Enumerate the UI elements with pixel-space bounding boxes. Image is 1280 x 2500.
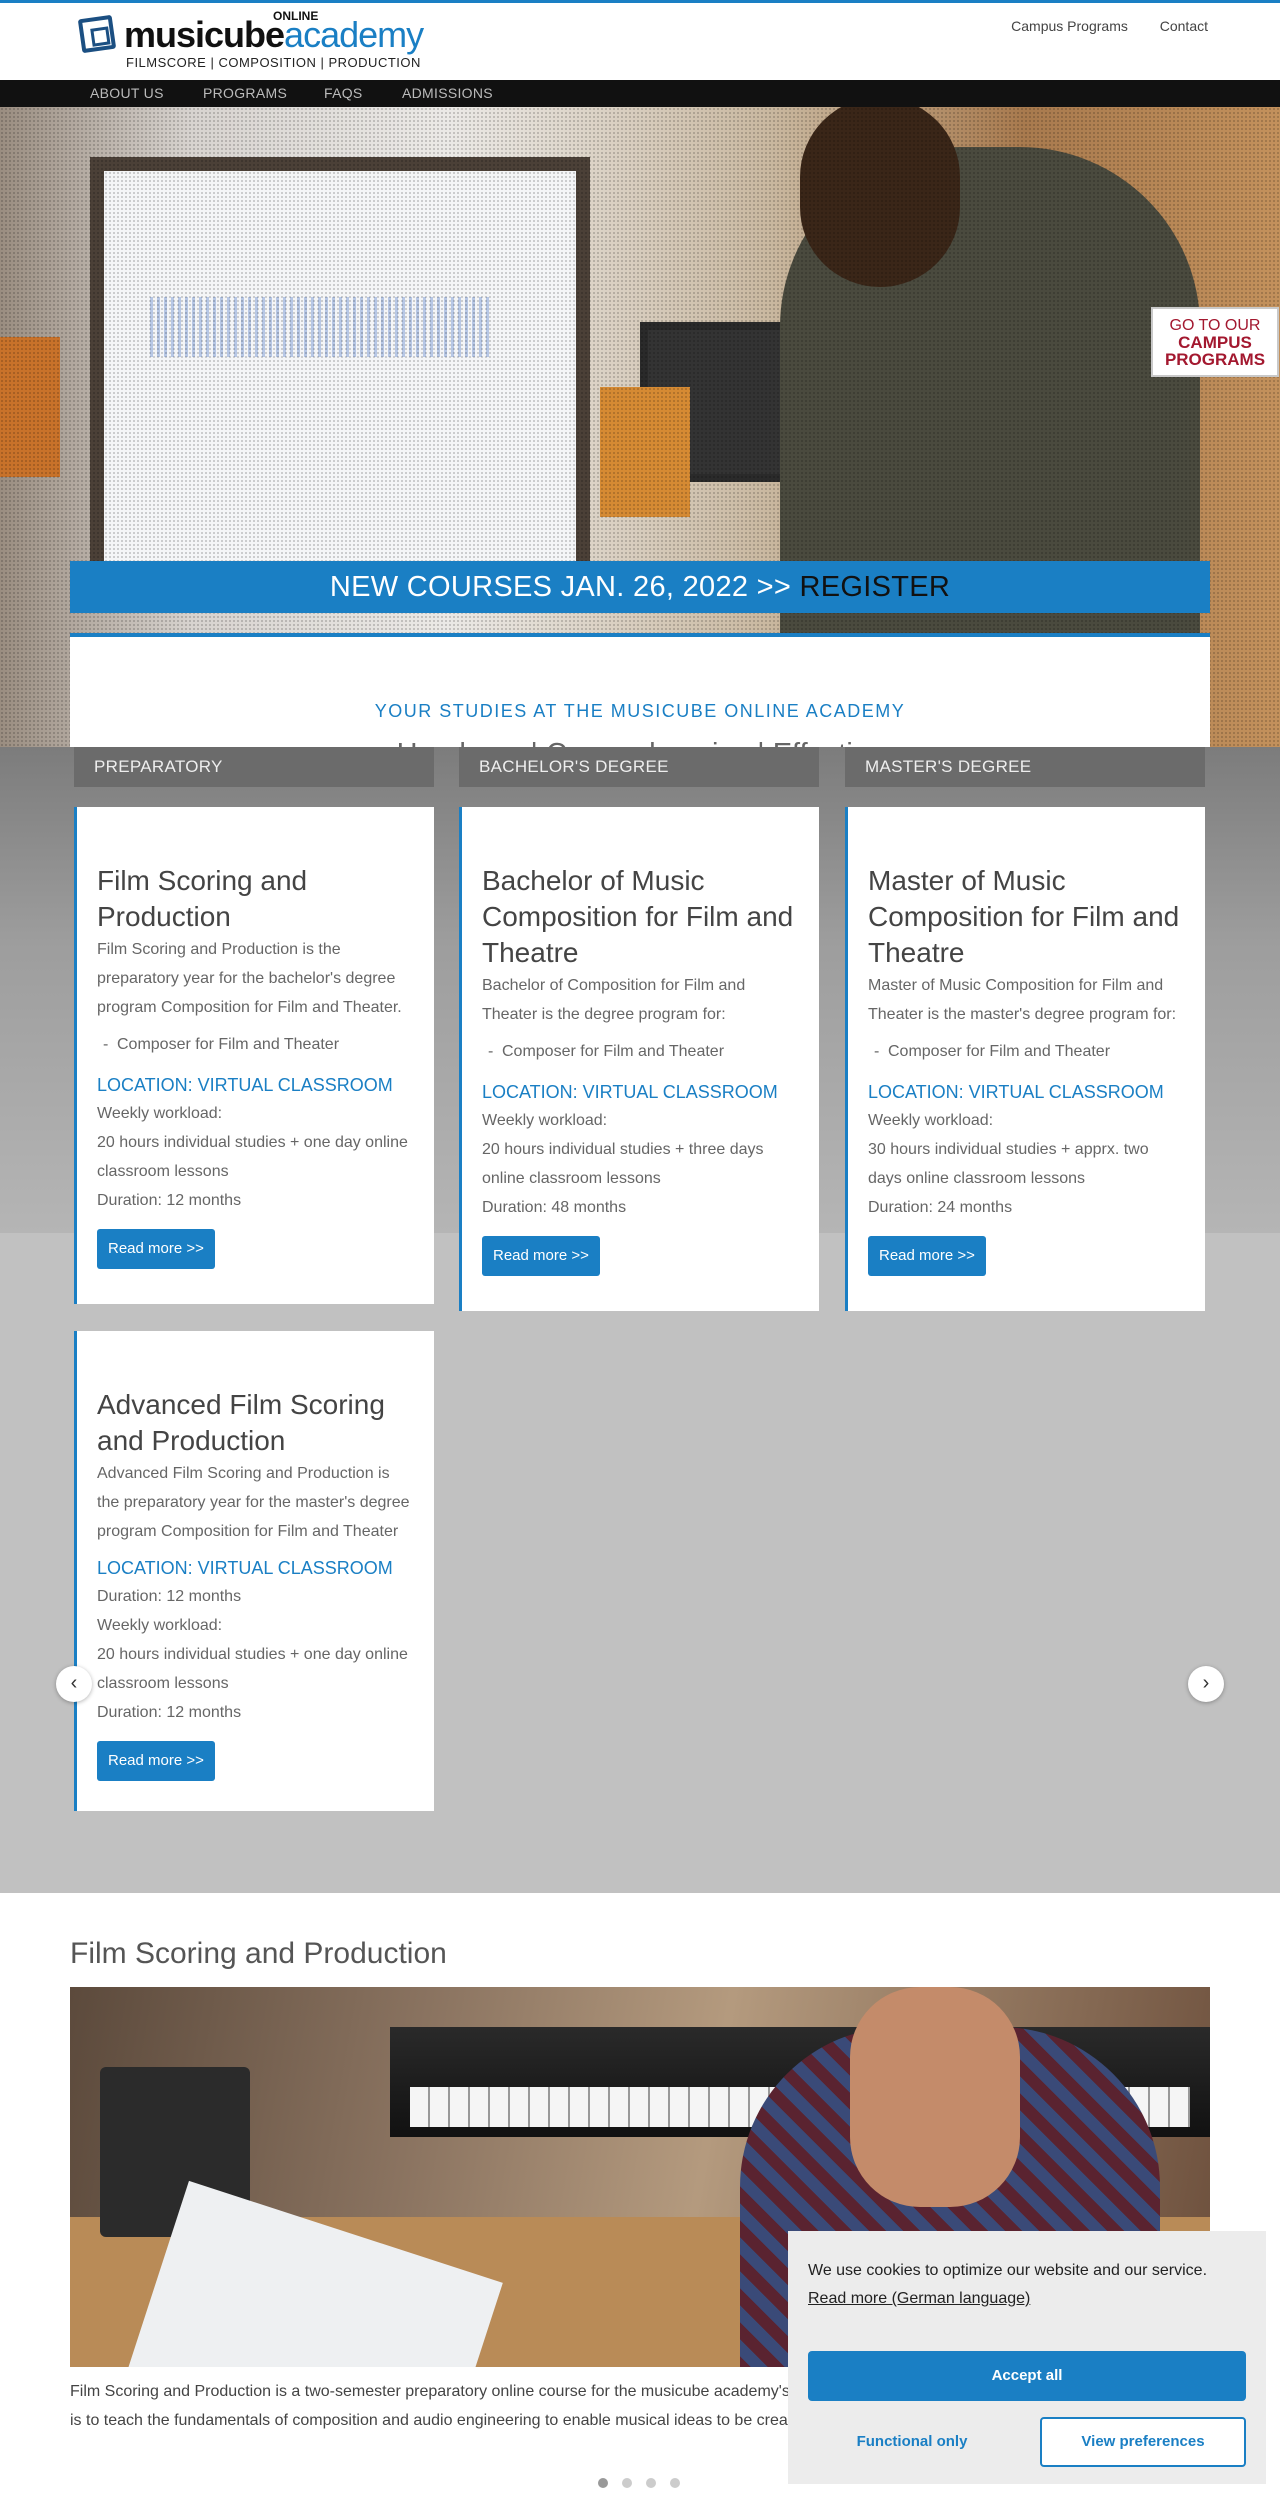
- card-intro: Advanced Film Scoring and Production is …: [97, 1465, 410, 1540]
- card-workload: 20 hours individual studies + three days…: [482, 1141, 764, 1187]
- program-card-advanced-film-scoring: Advanced Film Scoring and Production Adv…: [74, 1331, 434, 1811]
- carousel-prev-button[interactable]: ‹: [56, 1666, 92, 1702]
- card-duration: Duration: 12 months: [97, 1704, 242, 1721]
- card-location: LOCATION: VIRTUAL CLASSROOM: [97, 1558, 393, 1578]
- site-header: musicubeacademy ONLINE FILMSCORE | COMPO…: [0, 3, 1280, 80]
- card-workload-label: Weekly workload:: [868, 1112, 994, 1129]
- card-intro: Film Scoring and Production is the prepa…: [97, 941, 402, 1016]
- main-nav: ABOUT US PROGRAMS FAQS ADMISSIONS: [0, 80, 1280, 107]
- cookie-banner: We use cookies to optimize our website a…: [788, 2231, 1266, 2484]
- card-location: LOCATION: VIRTUAL CLASSROOM: [482, 1082, 778, 1102]
- tab-bachelors-degree[interactable]: BACHELOR'S DEGREE: [459, 747, 819, 787]
- card-workload-label: Weekly workload:: [97, 1105, 223, 1122]
- nav-item-faqs[interactable]: FAQS: [324, 85, 363, 101]
- nav-item-about-us[interactable]: ABOUT US: [90, 85, 164, 101]
- card-location: LOCATION: VIRTUAL CLASSROOM: [868, 1082, 1164, 1102]
- read-more-button[interactable]: Read more >>: [97, 1229, 215, 1269]
- card-duration: Duration: 12 months: [97, 1192, 242, 1209]
- logo[interactable]: musicubeacademy ONLINE FILMSCORE | COMPO…: [77, 9, 440, 71]
- register-banner-text: NEW COURSES JAN. 26, 2022 >>: [329, 571, 792, 603]
- card-intro: Bachelor of Composition for Film and The…: [482, 977, 746, 1023]
- campus-badge-line1: GO TO OUR: [1169, 317, 1261, 334]
- card-duration-top: Duration: 12 months: [97, 1588, 242, 1605]
- section-title: Film Scoring and Production: [70, 1937, 447, 1970]
- card-workload: 30 hours individual studies + apprx. two…: [868, 1141, 1149, 1187]
- tab-preparatory[interactable]: PREPARATORY: [74, 747, 434, 787]
- view-preferences-button[interactable]: View preferences: [1040, 2417, 1246, 2467]
- carousel-dot-4[interactable]: [670, 2478, 680, 2488]
- description-line-1: Film Scoring and Production is a two-sem…: [70, 2383, 805, 2400]
- contact-link[interactable]: Contact: [1160, 18, 1208, 34]
- carousel-dots: [598, 2475, 694, 2493]
- studies-kicker: YOUR STUDIES AT THE MUSICUBE ONLINE ACAD…: [374, 701, 906, 721]
- functional-only-button[interactable]: Functional only: [808, 2417, 1016, 2467]
- program-card-film-scoring: Film Scoring and Production Film Scoring…: [74, 807, 434, 1304]
- program-card-bachelor: Bachelor of Music Composition for Film a…: [459, 807, 819, 1311]
- carousel-dot-2[interactable]: [622, 2478, 632, 2488]
- studies-tagline: Hands-on | Comprehensive | Effective: [70, 738, 1210, 747]
- campus-programs-badge[interactable]: GO TO OUR CAMPUS PROGRAMS: [1151, 307, 1279, 377]
- cookie-message: We use cookies to optimize our website a…: [808, 2257, 1246, 2313]
- carousel-dot-3[interactable]: [646, 2478, 656, 2488]
- card-workload-label: Weekly workload:: [482, 1112, 608, 1129]
- top-links: Campus Programs Contact: [983, 18, 1208, 34]
- card-intro: Master of Music Composition for Film and…: [868, 977, 1177, 1023]
- slide-face: [850, 1987, 1020, 2207]
- accept-all-button[interactable]: Accept all: [808, 2351, 1246, 2401]
- card-bullet: Composer for Film and Theater: [868, 1037, 1185, 1066]
- carousel-dot-1[interactable]: [598, 2478, 608, 2488]
- cookie-read-more-link[interactable]: Read more (German language): [808, 2290, 1030, 2307]
- campus-badge-line2: CAMPUS: [1178, 333, 1252, 352]
- card-duration: Duration: 24 months: [868, 1199, 1013, 1216]
- card-title: Film Scoring and Production: [97, 865, 308, 932]
- nav-item-programs[interactable]: PROGRAMS: [203, 85, 287, 101]
- cookie-message-text: We use cookies to optimize our website a…: [808, 2262, 1208, 2279]
- logo-cube-icon: [77, 14, 117, 54]
- card-title: Bachelor of Music Composition for Film a…: [482, 865, 794, 968]
- card-workload-label: Weekly workload:: [97, 1617, 223, 1634]
- campus-badge-line3: PROGRAMS: [1164, 350, 1266, 369]
- cookie-secondary-actions: Functional only View preferences: [808, 2417, 1246, 2467]
- program-card-master: Master of Music Composition for Film and…: [845, 807, 1205, 1311]
- card-bullet: Composer for Film and Theater: [482, 1037, 799, 1066]
- carousel-next-button[interactable]: ›: [1188, 1666, 1224, 1702]
- card-location: LOCATION: VIRTUAL CLASSROOM: [97, 1075, 393, 1095]
- card-bullet: Composer for Film and Theater: [97, 1030, 414, 1059]
- card-title: Master of Music Composition for Film and…: [868, 865, 1180, 968]
- description-line-2: is to teach the fundamentals of composit…: [70, 2412, 802, 2429]
- tab-masters-degree[interactable]: MASTER'S DEGREE: [845, 747, 1205, 787]
- hero-banner: GO TO OUR CAMPUS PROGRAMS NEW COURSES JA…: [0, 107, 1280, 747]
- read-more-button[interactable]: Read more >>: [97, 1741, 215, 1781]
- studies-intro-box: YOUR STUDIES AT THE MUSICUBE ONLINE ACAD…: [70, 633, 1210, 747]
- logo-online-label: ONLINE: [273, 9, 319, 23]
- register-link[interactable]: REGISTER: [800, 571, 951, 603]
- campus-programs-link[interactable]: Campus Programs: [1011, 18, 1128, 34]
- register-banner[interactable]: NEW COURSES JAN. 26, 2022 >> REGISTER: [70, 561, 1210, 613]
- logo-tagline: FILMSCORE | COMPOSITION | PRODUCTION: [126, 55, 421, 70]
- chevron-right-icon: ›: [1202, 1672, 1210, 1694]
- read-more-button[interactable]: Read more >>: [868, 1236, 986, 1276]
- card-title: Advanced Film Scoring and Production: [97, 1389, 385, 1456]
- read-more-button[interactable]: Read more >>: [482, 1236, 600, 1276]
- card-workload: 20 hours individual studies + one day on…: [97, 1646, 408, 1692]
- card-workload: 20 hours individual studies + one day on…: [97, 1134, 408, 1180]
- nav-item-admissions[interactable]: ADMISSIONS: [402, 85, 493, 101]
- chevron-left-icon: ‹: [70, 1672, 78, 1694]
- card-duration: Duration: 48 months: [482, 1199, 627, 1216]
